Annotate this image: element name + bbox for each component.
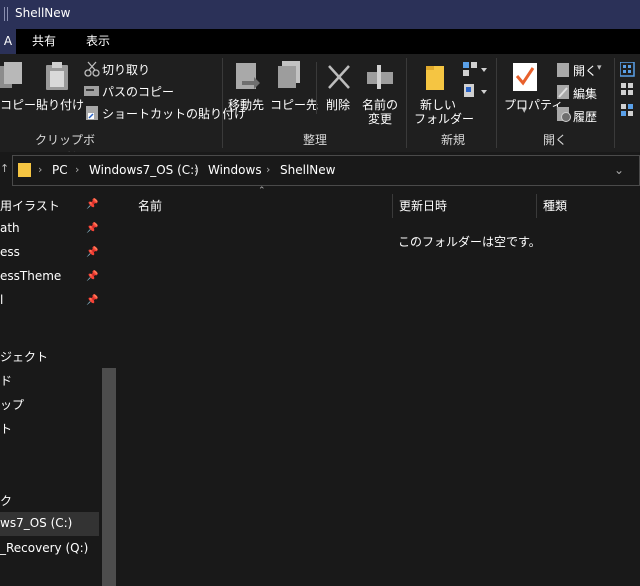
new-item-icon xyxy=(463,62,487,76)
nav-item[interactable]: ジェクト xyxy=(0,348,48,365)
nav-item[interactable]: ド xyxy=(0,372,12,389)
sort-arrow-icon: ⌃ xyxy=(258,186,266,196)
copy-button[interactable]: コピー xyxy=(0,96,36,113)
copy-icon xyxy=(0,62,22,88)
organize-group-label: 整理 xyxy=(302,133,327,147)
nav-scrollbar-thumb[interactable] xyxy=(102,368,116,586)
new-folder-icon xyxy=(426,66,444,90)
pin-icon: 📌 xyxy=(86,223,99,234)
open-icon xyxy=(557,63,569,77)
breadcrumb-pc[interactable]: PC xyxy=(52,163,68,177)
paste-icon xyxy=(46,62,68,90)
nav-item[interactable]: 用イラスト xyxy=(0,197,60,214)
scissors-icon xyxy=(84,61,100,77)
pin-icon: 📌 xyxy=(86,271,99,282)
edit-icon xyxy=(557,85,569,99)
copy-to-icon xyxy=(278,61,300,88)
copy-to-button[interactable]: コピー先 xyxy=(270,96,318,113)
tab-view[interactable]: 表示 xyxy=(76,29,120,54)
cut-button[interactable]: 切り取り xyxy=(102,61,150,78)
ribbon-divider xyxy=(406,58,407,148)
nav-item[interactable]: ク xyxy=(0,492,12,509)
chevron-down-icon[interactable]: ▾ xyxy=(597,63,602,73)
breadcrumb-separator[interactable]: › xyxy=(194,163,198,176)
move-to-button[interactable]: 移動先 xyxy=(228,96,264,113)
breadcrumb-separator[interactable]: › xyxy=(266,163,270,176)
paste-shortcut-icon xyxy=(86,106,98,120)
nav-item[interactable]: ess xyxy=(0,245,20,259)
breadcrumb-windows[interactable]: Windows xyxy=(208,163,262,177)
nav-item[interactable]: ップ xyxy=(0,396,24,413)
new-folder-button-line2[interactable]: フォルダー xyxy=(414,110,474,127)
properties-icon xyxy=(513,63,537,91)
delete-icon xyxy=(328,65,350,89)
open-button[interactable]: 開く xyxy=(573,62,597,79)
select-icon[interactable] xyxy=(620,62,640,118)
move-to-icon xyxy=(236,63,260,89)
rename-icon xyxy=(367,65,393,89)
column-header-modified[interactable]: 更新日時 xyxy=(399,197,447,214)
column-divider[interactable] xyxy=(536,194,537,218)
pin-icon: 📌 xyxy=(86,247,99,258)
paste-shortcut-button[interactable]: ショートカットの貼り付け xyxy=(102,105,246,122)
file-list[interactable] xyxy=(118,188,640,586)
titlebar-separator xyxy=(4,7,5,21)
ribbon-tabs: A 共有 表示 xyxy=(0,29,640,54)
pin-icon: 📌 xyxy=(86,199,99,210)
breadcrumb-separator[interactable]: › xyxy=(38,163,42,176)
folder-icon xyxy=(18,163,31,177)
titlebar-separator xyxy=(7,7,8,21)
open-group-label: 開く xyxy=(542,133,567,147)
copy-path-button[interactable]: パスのコピー xyxy=(102,83,174,100)
nav-item-selected-drive[interactable]: ws7_OS (C:) xyxy=(0,516,72,530)
tab-file[interactable]: A xyxy=(0,29,16,54)
history-button[interactable]: 履歴 xyxy=(573,108,597,125)
ribbon-divider xyxy=(496,58,497,148)
column-divider[interactable] xyxy=(392,194,393,218)
chevron-down-icon[interactable]: ⌄ xyxy=(614,163,624,177)
nav-item[interactable]: ト xyxy=(0,420,12,437)
title-bar: ShellNew xyxy=(0,0,640,29)
ribbon-divider xyxy=(614,58,615,148)
copy-path-icon xyxy=(84,86,99,96)
up-arrow-icon[interactable]: ↑ xyxy=(0,162,9,175)
properties-button[interactable]: プロパティ xyxy=(504,96,563,113)
tab-share[interactable]: 共有 xyxy=(22,29,66,54)
ribbon-divider xyxy=(222,58,223,148)
easy-access-icon xyxy=(464,84,487,97)
delete-button[interactable]: 削除 xyxy=(326,96,350,113)
nav-item[interactable]: _Recovery (Q:) xyxy=(0,541,88,555)
nav-item[interactable]: essTheme xyxy=(0,269,61,283)
edit-button[interactable]: 編集 xyxy=(573,85,597,102)
breadcrumb-drive[interactable]: Windows7_OS (C:) xyxy=(89,163,199,177)
window-title: ShellNew xyxy=(15,6,71,20)
column-header-name[interactable]: 名前 xyxy=(138,197,162,214)
column-header-type[interactable]: 種類 xyxy=(543,197,567,214)
pin-icon: 📌 xyxy=(86,295,99,306)
nav-item[interactable]: l xyxy=(0,293,3,307)
breadcrumb-separator[interactable]: › xyxy=(75,163,79,176)
paste-button[interactable]: 貼り付け xyxy=(36,96,84,113)
history-icon xyxy=(557,107,571,122)
empty-folder-message: このフォルダーは空です。 xyxy=(398,235,541,249)
nav-item[interactable]: ath xyxy=(0,221,20,235)
new-group-label: 新規 xyxy=(440,133,465,147)
ribbon-divider xyxy=(316,62,317,114)
rename-button-line2[interactable]: 変更 xyxy=(368,110,392,127)
breadcrumb-shellnew[interactable]: ShellNew xyxy=(280,163,335,177)
chevron-down-icon[interactable]: ▾ xyxy=(522,106,527,116)
